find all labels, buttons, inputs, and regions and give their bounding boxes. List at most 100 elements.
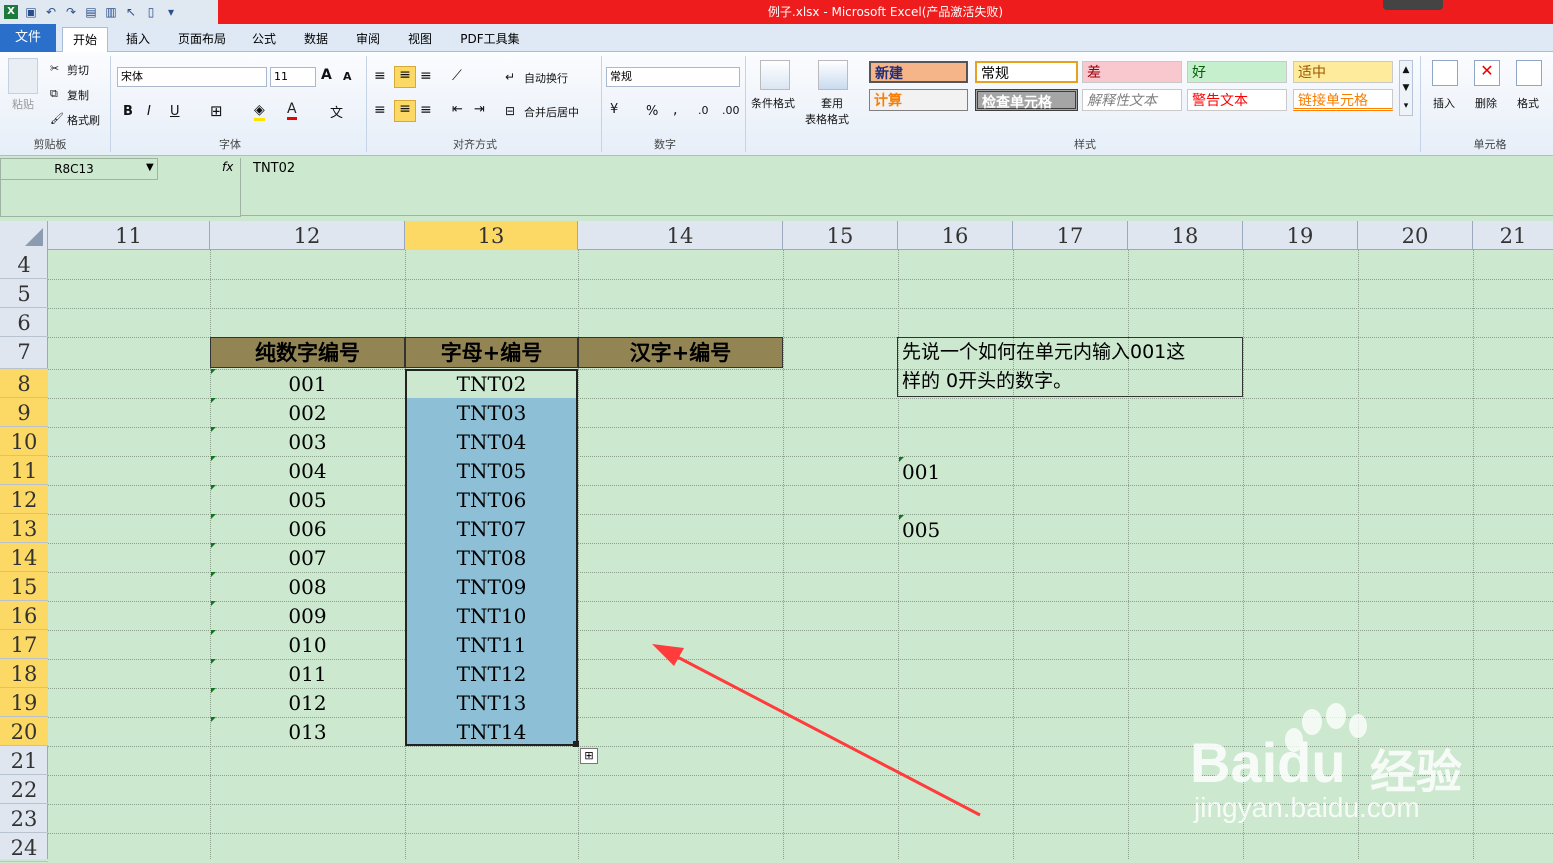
chart-icon[interactable]: ▥ (104, 5, 118, 19)
window-controls[interactable] (1383, 0, 1443, 10)
cell-letter-id[interactable]: TNT12 (405, 659, 578, 688)
note-cell[interactable]: 先说一个如何在单元内输入001这 样的 0开头的数字。 (897, 337, 1243, 397)
font-name-select[interactable]: 宋体 (117, 67, 267, 87)
tab-home[interactable]: 开始 (62, 27, 108, 52)
increase-decimal-icon[interactable]: .0 (698, 104, 709, 117)
cut-button[interactable]: 剪切 (67, 62, 89, 78)
redo-icon[interactable]: ↷ (64, 5, 78, 19)
align-left-icon[interactable]: ≡ (374, 102, 386, 118)
table-format-button[interactable]: 表格格式 (805, 111, 849, 127)
cell-numeric-id[interactable]: 011 (210, 659, 405, 688)
wrap-text-button[interactable]: 自动换行 (524, 70, 568, 86)
name-box[interactable]: R8C13 (0, 158, 158, 180)
row-header-selected[interactable]: 17 (0, 630, 48, 659)
cell-letter-id[interactable]: TNT09 (405, 572, 578, 601)
decrease-indent-icon[interactable]: ⇤ (452, 102, 463, 117)
tab-review[interactable]: 审阅 (348, 27, 388, 51)
row-header-selected[interactable]: 15 (0, 572, 48, 601)
header-cell-chinese-id[interactable]: 汉字+编号 (578, 337, 783, 368)
open-folder-icon[interactable]: ▤ (84, 5, 98, 19)
currency-icon[interactable]: ¥ (610, 102, 618, 117)
comma-button[interactable]: , (673, 102, 677, 118)
table-format-label[interactable]: 套用 (821, 95, 843, 111)
row-header-selected[interactable]: 12 (0, 485, 48, 514)
decrease-decimal-icon[interactable]: .00 (722, 104, 740, 117)
format-cells-button[interactable]: 格式 (1517, 95, 1539, 111)
shrink-font-button[interactable]: A (343, 70, 352, 83)
autofill-options-icon[interactable]: ⊞ (580, 748, 598, 764)
cell-r11-c16[interactable]: 001 (898, 457, 1013, 486)
copy-icon[interactable]: ⧉ (50, 87, 58, 101)
customize-qat-icon[interactable]: ▾ (164, 5, 178, 19)
tab-pdf-tools[interactable]: PDF工具集 (452, 27, 528, 51)
row-header-selected[interactable]: 11 (0, 456, 48, 485)
cell-numeric-id[interactable]: 008 (210, 572, 405, 601)
row-header[interactable]: 5 (0, 279, 48, 308)
styles-scroll-icon[interactable]: ▲ ▼ ▾ (1399, 60, 1413, 116)
col-header[interactable]: 17 (1013, 221, 1128, 250)
align-middle-icon[interactable]: ≡ (394, 66, 416, 88)
cell-numeric-id[interactable]: 006 (210, 514, 405, 543)
row-header[interactable]: 21 (0, 746, 48, 775)
tab-formulas[interactable]: 公式 (244, 27, 284, 51)
cell-r13-c16[interactable]: 005 (898, 515, 1013, 544)
col-header[interactable]: 15 (783, 221, 898, 250)
cell-letter-id[interactable]: TNT03 (405, 398, 578, 427)
cell-numeric-id[interactable]: 010 (210, 630, 405, 659)
increase-indent-icon[interactable]: ⇥ (474, 102, 485, 117)
col-header-selected[interactable]: 13 (405, 221, 578, 250)
cell-numeric-id[interactable]: 003 (210, 427, 405, 456)
wrap-text-icon[interactable]: ↵ (505, 70, 515, 84)
row-header[interactable]: 7 (0, 337, 48, 369)
cell-numeric-id[interactable]: 012 (210, 688, 405, 717)
new-document-icon[interactable]: ▯ (144, 5, 158, 19)
format-painter-button[interactable]: 格式刷 (67, 112, 100, 128)
tab-page-layout[interactable]: 页面布局 (170, 27, 234, 51)
format-cells-icon[interactable] (1516, 60, 1542, 86)
row-header[interactable]: 24 (0, 833, 48, 862)
cell-letter-id[interactable]: TNT10 (405, 601, 578, 630)
align-bottom-icon[interactable]: ≡ (420, 68, 432, 84)
row-header-selected[interactable]: 18 (0, 659, 48, 688)
formula-input[interactable]: TNT02 (240, 158, 1553, 216)
style-calculation[interactable]: 计算 (869, 89, 968, 111)
tab-data[interactable]: 数据 (296, 27, 336, 51)
border-icon[interactable]: ⊞ (210, 102, 223, 120)
delete-cells-icon[interactable]: ✕ (1474, 60, 1500, 86)
row-header-selected[interactable]: 13 (0, 514, 48, 543)
row-header-selected[interactable]: 8 (0, 369, 48, 398)
tab-insert[interactable]: 插入 (118, 27, 158, 51)
cell-numeric-id[interactable]: 009 (210, 601, 405, 630)
col-header[interactable]: 21 (1473, 221, 1553, 250)
align-top-icon[interactable]: ≡ (374, 68, 386, 84)
cell-letter-id[interactable]: TNT06 (405, 485, 578, 514)
select-all-corner[interactable] (0, 221, 48, 250)
style-good[interactable]: 好 (1187, 61, 1287, 83)
cut-icon[interactable]: ✂ (50, 62, 59, 75)
cell-numeric-id[interactable]: 002 (210, 398, 405, 427)
phonetic-icon[interactable]: 文 (330, 102, 343, 121)
insert-cells-icon[interactable] (1432, 60, 1458, 86)
cell-letter-id[interactable]: TNT11 (405, 630, 578, 659)
cell-letter-id[interactable]: TNT08 (405, 543, 578, 572)
align-right-icon[interactable]: ≡ (420, 102, 432, 118)
cell-numeric-id[interactable]: 001 (210, 369, 405, 398)
style-new[interactable]: 新建 (869, 61, 968, 83)
style-normal[interactable]: 常规 (975, 61, 1078, 83)
header-cell-letter-id[interactable]: 字母+编号 (405, 337, 578, 368)
cell-letter-id[interactable]: TNT04 (405, 427, 578, 456)
grow-font-button[interactable]: A (321, 67, 332, 83)
col-header[interactable]: 19 (1243, 221, 1358, 250)
style-linked-cell[interactable]: 链接单元格 (1293, 89, 1393, 111)
font-size-select[interactable]: 11 (270, 67, 316, 87)
insert-function-button[interactable]: fx (222, 160, 233, 174)
active-cell[interactable]: TNT02 (405, 369, 578, 398)
row-header-selected[interactable]: 14 (0, 543, 48, 572)
row-header-selected[interactable]: 9 (0, 398, 48, 427)
cell-letter-id[interactable]: TNT14 (405, 717, 578, 746)
merge-center-button[interactable]: 合并后居中 (524, 104, 579, 120)
cell-numeric-id[interactable]: 013 (210, 717, 405, 746)
orientation-icon[interactable]: ⟋ (452, 68, 462, 84)
style-neutral[interactable]: 适中 (1293, 61, 1393, 83)
conditional-format-icon[interactable] (760, 60, 790, 90)
